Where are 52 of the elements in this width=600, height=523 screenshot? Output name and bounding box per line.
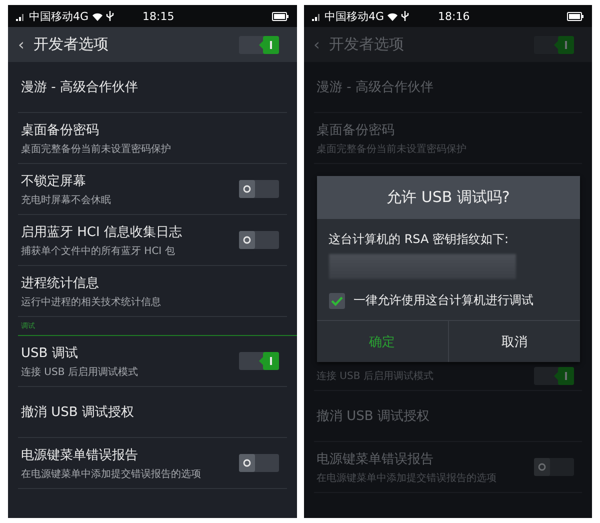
setting-description: 连接 USB 后启用调试模式 [21,366,139,378]
toggle-switch[interactable] [238,231,278,249]
setting-description: 运行中进程的相关技术统计信息 [21,296,162,308]
checkbox[interactable] [328,292,344,308]
off-ring-icon [242,184,250,194]
setting-title[interactable]: 桌面备份密码 [21,120,278,138]
toggle-switch[interactable] [238,352,278,370]
signal-icon [16,12,26,20]
toggle-switch[interactable] [534,367,574,385]
setting-description: 连接 USB 后启用调试模式 [316,370,434,383]
toggle-switch[interactable] [534,458,574,476]
setting-title[interactable]: 撤消 USB 调试授权 [21,403,278,421]
setting-description: 在电源键菜单中添加提交错误报告的选项 [21,468,202,480]
page-title: 开发者选项 [328,35,405,54]
setting-description: 桌面完整备份当前未设置密码保护 [316,142,468,156]
off-ring-icon [538,462,546,472]
cancel-button[interactable]: 取消 [448,321,580,362]
dialog-title: 允许 USB 调试吗? [316,176,580,219]
usb-icon [106,11,114,21]
wifi-icon [92,12,103,20]
setting-title[interactable]: USB 调试 [21,344,238,362]
on-bar-icon [562,40,570,50]
dialog-message: 这台计算机的 RSA 密钥指纹如下: [328,231,510,248]
on-bar-icon [562,371,570,381]
toggle-switch[interactable] [238,36,278,54]
setting-title[interactable]: 漫游 - 高级合作伙伴 [21,78,278,96]
battery-icon [567,12,584,20]
signal-icon [312,12,322,20]
setting-description: 桌面完整备份当前未设置密码保护 [21,142,172,156]
usb-icon [401,11,410,21]
page-title: 开发者选项 [33,35,110,54]
toggle-switch[interactable] [534,36,574,54]
setting-description: 在电源键菜单中添加提交错误报告的选项 [316,472,498,484]
setting-title[interactable]: 不锁定屏幕 [21,172,238,190]
checkbox-label[interactable]: 一律允许使用这台计算机进行调试 [354,292,534,309]
confirm-button[interactable]: 确定 [316,321,449,362]
wifi-icon [387,12,398,20]
back-button[interactable]: ‹ [18,35,24,54]
battery-icon [272,12,288,20]
toggle-switch[interactable] [238,454,278,472]
toggle-switch[interactable] [238,180,278,198]
setting-title[interactable]: 进程统计信息 [21,274,278,292]
setting-description: 充电时屏幕不会休眠 [21,194,112,206]
carrier-name: 中国移动4G [29,8,89,24]
carrier-name: 中国移动4G [324,8,384,24]
clock-time: 18:15 [142,10,174,22]
off-ring-icon [242,235,250,245]
setting-description: 捕获单个文件中的所有蓝牙 HCI 包 [21,244,176,258]
off-ring-icon [242,458,250,468]
setting-title[interactable]: 电源键菜单错误报告 [21,446,238,464]
clock-time: 18:16 [438,10,470,22]
setting-title[interactable]: 启用蓝牙 HCI 信息收集日志 [21,222,238,240]
